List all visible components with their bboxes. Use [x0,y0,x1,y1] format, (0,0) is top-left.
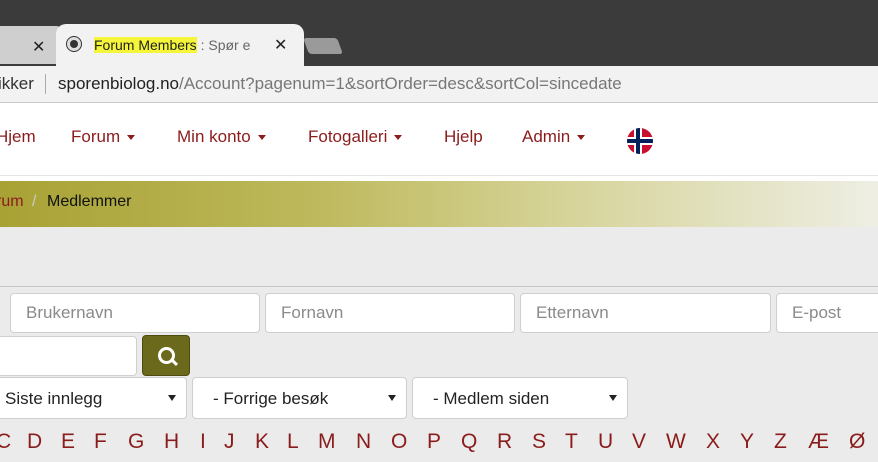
nav-item-hjem[interactable]: Hjem [0,127,36,147]
last-visit-select-value: - Forrige besøk [213,389,329,408]
address-left-label: ikker [0,74,34,93]
nav-label: Fotogalleri [308,127,388,146]
nav-label: Hjem [0,127,36,146]
letter-link[interactable]: J [224,430,235,454]
caret-down-icon [257,135,266,141]
breadcrumb-separator: / [32,193,37,210]
email-input[interactable] [776,293,878,333]
sort-select-value: Siste innlegg [5,389,103,408]
letter-link[interactable]: E [61,430,75,454]
breadcrumb-forum-link[interactable]: rum [0,193,24,211]
letter-link[interactable]: V [632,430,646,454]
letter-link[interactable]: H [164,430,179,454]
chevron-down-icon [609,395,617,401]
chevron-down-icon [168,395,176,401]
letter-link[interactable]: P [427,430,441,454]
new-tab-button[interactable] [303,38,343,54]
breadcrumb-current: Medlemmer [47,193,132,210]
letter-link[interactable]: U [598,430,613,454]
caret-down-icon [394,135,403,141]
letter-link[interactable]: D [27,430,42,454]
breadcrumb: rum / Medlemmer [0,181,878,227]
tab-title: Forum Members : Spør e [94,37,280,53]
nav-label: Admin [522,127,571,146]
letter-link[interactable]: S [532,430,546,454]
username-input[interactable] [10,293,260,333]
nav-item-hjelp[interactable]: Hjelp [444,127,483,147]
letter-link[interactable]: W [666,430,686,454]
letter-link[interactable]: L [287,430,299,454]
letter-link[interactable]: K [255,430,269,454]
nav-label: Min konto [177,127,251,146]
url-path: /Account?pagenum=1&sortOrder=desc&sortCo… [178,74,622,93]
letter-link[interactable]: I [200,430,206,454]
nav-item-fotogalleri[interactable]: Fotogalleri [308,127,403,147]
letter-link[interactable]: Æ [808,430,829,454]
chevron-down-icon [388,395,396,401]
address-divider [45,74,46,94]
nav-label: Hjelp [444,127,483,146]
search-input[interactable] [0,336,137,376]
tab-bar: ✕ Forum Members : Spør e ✕ [0,24,878,66]
letter-link[interactable]: Q [461,430,477,454]
url-field[interactable]: sporenbiolog.no/Account?pagenum=1&sortOr… [58,74,622,94]
member-since-select[interactable]: - Medlem siden [412,377,628,419]
tab-previous[interactable]: ✕ [0,26,64,64]
letter-link[interactable]: N [356,430,371,454]
sort-select[interactable]: Siste innlegg [0,377,187,419]
tab-title-rest: : Spør e [196,37,251,53]
tab-title-highlight: Forum Members [94,37,197,53]
close-icon[interactable]: ✕ [274,35,287,54]
letter-link[interactable]: Z [774,430,787,454]
letter-link[interactable]: O [391,430,407,454]
nav-item-min-konto[interactable]: Min konto [177,127,266,147]
url-host: sporenbiolog.no [58,74,179,93]
letter-link[interactable]: X [706,430,720,454]
search-button[interactable] [142,335,190,376]
site-navbar: Hjem Forum Min konto Fotogalleri Hjelp A… [0,103,878,176]
letter-link[interactable]: M [318,430,336,454]
letter-link[interactable]: Y [740,430,754,454]
divider [0,286,878,287]
caret-down-icon [127,135,136,141]
letter-link[interactable]: G [128,430,144,454]
last-visit-select[interactable]: - Forrige besøk [192,377,407,419]
letter-link[interactable]: T [565,430,578,454]
caret-down-icon [577,135,586,141]
nav-item-admin[interactable]: Admin [522,127,586,147]
member-filter-panel: Siste innlegg - Forrige besøk - Medlem s… [0,227,878,462]
letter-link[interactable]: R [497,430,512,454]
norway-flag-icon[interactable] [627,128,653,154]
address-bar: ikker sporenbiolog.no/Account?pagenum=1&… [0,66,878,103]
member-since-select-value: - Medlem siden [433,389,550,408]
lastname-input[interactable] [520,293,771,333]
letter-link[interactable]: F [94,430,107,454]
nav-label: Forum [71,127,121,146]
letter-link[interactable]: C [0,430,11,454]
tab-active[interactable]: Forum Members : Spør e ✕ [56,24,304,66]
site-favicon-icon [66,36,82,52]
letter-link[interactable]: Ø [849,430,865,454]
close-icon[interactable]: ✕ [32,37,45,56]
firstname-input[interactable] [265,293,515,333]
nav-item-forum[interactable]: Forum [71,127,136,147]
